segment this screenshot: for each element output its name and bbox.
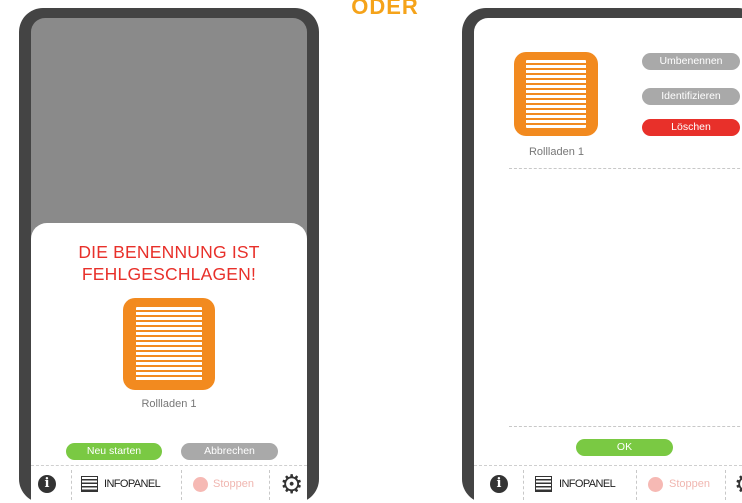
info-icon[interactable]: i	[490, 475, 508, 493]
rename-button[interactable]: Umbenennen	[642, 53, 740, 70]
cancel-button[interactable]: Abbrechen	[181, 443, 278, 460]
device-name: Rollladen 1	[528, 146, 585, 158]
identify-button[interactable]: Identifizieren	[642, 88, 740, 105]
infopanel-list-icon	[535, 476, 552, 492]
error-title-line-2: FEHLGESCHLAGEN!	[81, 264, 257, 284]
roller-shutter-icon[interactable]	[514, 52, 598, 136]
gear-icon[interactable]: ⚙	[734, 471, 742, 497]
restart-button[interactable]: Neu starten	[66, 443, 162, 460]
right-bottom-bar: i INFOPANEL Stoppen ⚙	[474, 465, 742, 503]
delete-button[interactable]: Löschen	[642, 119, 740, 136]
ok-button[interactable]: OK	[576, 439, 673, 456]
infopanel-link[interactable]: INFOPANEL	[559, 478, 616, 490]
right-phone-frame: Rollladen 1 Umbenennen Identifizieren Lö…	[462, 8, 742, 503]
stop-icon[interactable]	[648, 477, 663, 492]
left-screen: DIE BENENNUNG IST FEHLGESCHLAGEN! Rollla…	[31, 18, 307, 503]
error-title: DIE BENENNUNG IST FEHLGESCHLAGEN!	[31, 241, 307, 285]
device-name: Rollladen 1	[141, 398, 197, 410]
stop-button[interactable]: Stoppen	[213, 478, 254, 490]
info-icon[interactable]: i	[38, 475, 56, 493]
divider	[509, 168, 742, 169]
infopanel-list-icon	[81, 476, 98, 492]
oder-label: ODER	[351, 0, 419, 19]
error-title-line-1: DIE BENENNUNG IST	[78, 242, 260, 262]
naming-failed-dialog: DIE BENENNUNG IST FEHLGESCHLAGEN! Rollla…	[31, 223, 307, 503]
left-bottom-bar: i INFOPANEL Stoppen ⚙	[31, 465, 307, 503]
stop-icon[interactable]	[193, 477, 208, 492]
right-screen: Rollladen 1 Umbenennen Identifizieren Lö…	[474, 18, 742, 503]
gear-icon[interactable]: ⚙	[280, 471, 303, 497]
left-phone-frame: DIE BENENNUNG IST FEHLGESCHLAGEN! Rollla…	[19, 8, 319, 503]
stop-button[interactable]: Stoppen	[669, 478, 710, 490]
roller-shutter-icon	[123, 298, 215, 390]
infopanel-link[interactable]: INFOPANEL	[104, 478, 161, 490]
divider	[509, 426, 742, 427]
